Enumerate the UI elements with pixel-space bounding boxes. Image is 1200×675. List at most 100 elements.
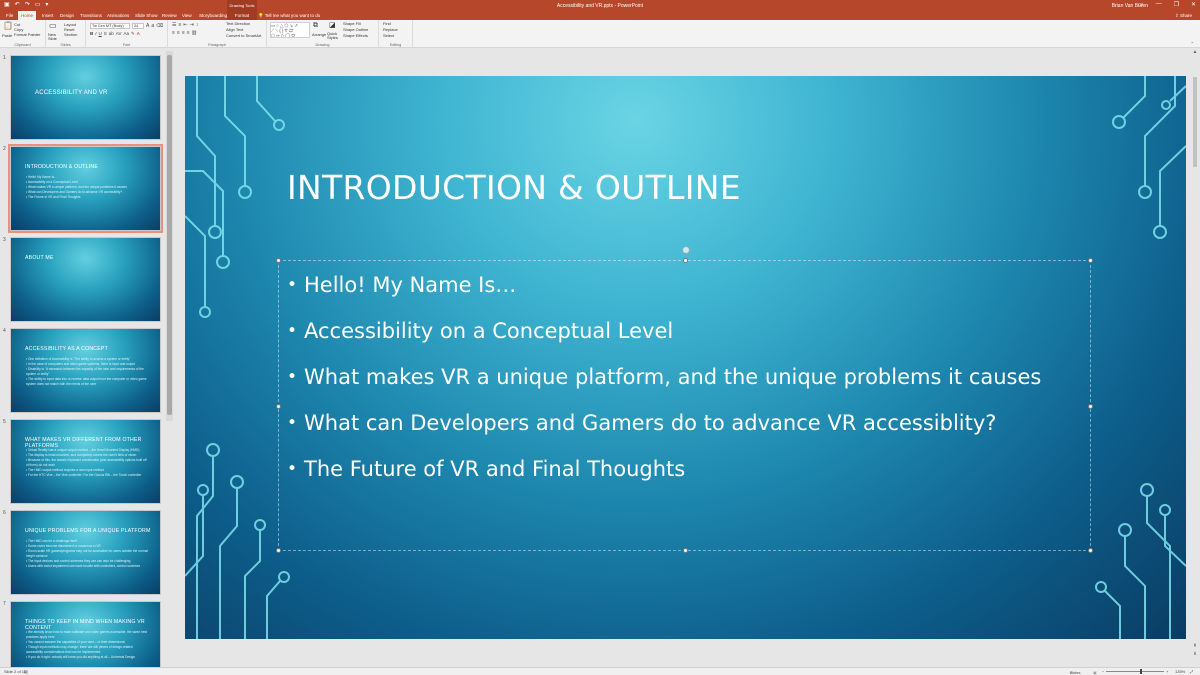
increase-indent-icon[interactable]: ⇥	[190, 22, 194, 28]
fit-slide-icon[interactable]: ⤢	[1190, 669, 1193, 674]
slide-bullet[interactable]: • Accessibility on a Conceptual Level	[287, 318, 1041, 364]
zoom-in-icon[interactable]: +	[1166, 669, 1168, 674]
shape-fill-button[interactable]: Shape Fill	[343, 21, 361, 26]
tab-design[interactable]: Design	[57, 11, 77, 20]
align-text-button[interactable]: Align Text	[226, 27, 243, 32]
grow-font-icon[interactable]: A	[146, 23, 149, 29]
tab-home[interactable]: Home	[18, 11, 37, 20]
zoom-slider[interactable]	[1106, 669, 1164, 674]
slide-bullet[interactable]: • What makes VR a unique platform, and th…	[287, 364, 1041, 410]
italic-icon[interactable]: I	[95, 31, 96, 37]
shape-effects-button[interactable]: Shape Effects	[343, 33, 368, 38]
slide-thumbnail-3[interactable]: ABOUT ME	[10, 237, 161, 322]
minimize-icon[interactable]: —	[1156, 1, 1162, 8]
justify-icon[interactable]: ≡	[187, 30, 190, 36]
select-button[interactable]: Select	[383, 33, 394, 38]
tab-animations[interactable]: Animations	[104, 11, 132, 20]
line-spacing-icon[interactable]: ↕	[196, 22, 199, 28]
new-slide-icon[interactable]: ▭	[49, 22, 57, 30]
tab-insert[interactable]: Insert	[39, 11, 56, 20]
text-direction-button[interactable]: Text Direction	[226, 21, 250, 26]
highlight-icon[interactable]: ✎	[131, 31, 135, 37]
tab-format[interactable]: Format	[227, 11, 257, 20]
scrollbar-thumb[interactable]	[167, 55, 172, 415]
zoom-out-icon[interactable]: −	[1102, 669, 1104, 674]
shrink-font-icon[interactable]: a	[151, 23, 154, 29]
editor-scrollbar[interactable]: ▲ ⇞ ⇟	[1191, 49, 1199, 659]
slide-thumbnail-6[interactable]: UNIQUE PROBLEMS FOR A UNIQUE PLATFORM Th…	[10, 510, 161, 595]
zoom-slider-knob[interactable]	[1140, 669, 1142, 674]
font-name-select[interactable]: Tw Cen MT (Body)	[90, 23, 130, 29]
close-icon[interactable]: ✕	[1191, 1, 1196, 8]
tab-file[interactable]: File	[3, 11, 16, 20]
resize-handle[interactable]	[1088, 404, 1093, 409]
share-button[interactable]: ⇪ Share	[1175, 11, 1192, 20]
quick-styles-button[interactable]: Quick Styles	[327, 32, 339, 40]
shadow-icon[interactable]: S	[104, 31, 107, 37]
tell-me-search[interactable]: 💡 Tell me what you want to do	[258, 11, 320, 20]
tab-transitions[interactable]: Transitions	[77, 11, 105, 20]
char-spacing-icon[interactable]: AV	[116, 31, 122, 37]
resize-handle[interactable]	[276, 404, 281, 409]
ribbon-display-icon[interactable]: ▭	[1138, 1, 1144, 8]
bullets-icon[interactable]: ☰	[172, 22, 176, 28]
tab-view[interactable]: View	[179, 11, 195, 20]
slide-title[interactable]: INTRODUCTION & OUTLINE	[287, 168, 741, 207]
arrange-button[interactable]: Arrange	[312, 32, 326, 37]
slide-thumbnail-4[interactable]: ACCESSIBILITY AS A CONCEPT One definitio…	[10, 328, 161, 413]
columns-icon[interactable]: ▥	[192, 30, 197, 36]
strikethrough-icon[interactable]: ab	[109, 31, 114, 37]
maximize-icon[interactable]: ❐	[1174, 1, 1179, 8]
new-slide-button[interactable]: New Slide	[48, 33, 60, 41]
zoom-level[interactable]: 135%	[1175, 669, 1185, 674]
tab-slide-show[interactable]: Slide Show	[132, 11, 161, 20]
align-right-icon[interactable]: ≡	[182, 30, 185, 36]
clear-format-icon[interactable]: ⌫	[156, 23, 163, 29]
resize-handle[interactable]	[1088, 548, 1093, 553]
slide-thumbnail-2[interactable]: INTRODUCTION & OUTLINE Hello! My Name Is…	[8, 144, 163, 233]
underline-icon[interactable]: U	[99, 31, 102, 37]
slide-thumbnail-7[interactable]: THINGS TO KEEP IN MIND WHEN MAKING VR CO…	[10, 601, 161, 667]
normal-view-icon[interactable]: ▣	[1093, 670, 1097, 675]
font-size-select[interactable]: 24	[132, 23, 144, 29]
convert-smartart-button[interactable]: Convert to SmartArt	[226, 33, 261, 38]
tab-storyboarding[interactable]: Storyboarding	[196, 11, 230, 20]
paste-button[interactable]: Paste	[2, 33, 12, 38]
change-case-icon[interactable]: Aa	[123, 31, 129, 37]
prev-slide-icon[interactable]: ⇞	[1191, 643, 1199, 649]
slide-thumbnail-5[interactable]: WHAT MAKES VR DIFFERENT FROM OTHER PLATF…	[10, 419, 161, 504]
numbering-icon[interactable]: ≡	[178, 22, 181, 28]
thumbnail-scrollbar[interactable]	[166, 51, 173, 421]
rotate-handle[interactable]	[682, 246, 690, 254]
replace-button[interactable]: Replace	[383, 27, 398, 32]
resize-handle[interactable]	[1088, 258, 1093, 263]
next-slide-icon[interactable]: ⇟	[1191, 651, 1199, 657]
spellcheck-icon[interactable]: ▤	[24, 669, 28, 674]
paste-icon[interactable]: 📋	[3, 22, 13, 30]
decrease-indent-icon[interactable]: ⇤	[183, 22, 187, 28]
resize-handle[interactable]	[276, 548, 281, 553]
bold-icon[interactable]: B	[90, 31, 93, 37]
section-button[interactable]: Section	[64, 32, 77, 37]
scrollbar-thumb[interactable]	[1193, 77, 1197, 167]
scroll-up-icon[interactable]: ▲	[1191, 49, 1199, 55]
align-left-icon[interactable]: ≡	[172, 30, 175, 36]
arrange-icon[interactable]: ⧉	[313, 22, 318, 29]
align-center-icon[interactable]: ≡	[177, 30, 180, 36]
shape-outline-button[interactable]: Shape Outline	[343, 27, 368, 32]
slide-bullet[interactable]: • Hello! My Name Is…	[287, 272, 1041, 318]
format-painter-button[interactable]: Format Painter	[14, 32, 40, 37]
quick-styles-icon[interactable]: ◪	[329, 22, 336, 29]
find-button[interactable]: Find	[383, 21, 391, 26]
font-color-icon[interactable]: A	[137, 31, 140, 37]
tab-review[interactable]: Review	[159, 11, 180, 20]
resize-handle[interactable]	[276, 258, 281, 263]
collapse-ribbon-icon[interactable]: ⌃	[1191, 41, 1194, 46]
current-slide[interactable]: INTRODUCTION & OUTLINE • Hello! My Name I…	[185, 76, 1186, 639]
resize-handle[interactable]	[683, 548, 688, 553]
shapes-gallery[interactable]: ▭○△⬠↘↗ ⟋⟍{}☆▱ ⬡⇒◇◯⬭	[270, 22, 310, 38]
slide-bullet[interactable]: • The Future of VR and Final Thoughts	[287, 456, 1041, 502]
slide-thumbnail-1[interactable]: ACCESSIBILITY AND VR	[10, 55, 161, 140]
slide-bullet[interactable]: • What can Developers and Gamers do to ad…	[287, 410, 1041, 456]
resize-handle[interactable]	[683, 258, 688, 263]
